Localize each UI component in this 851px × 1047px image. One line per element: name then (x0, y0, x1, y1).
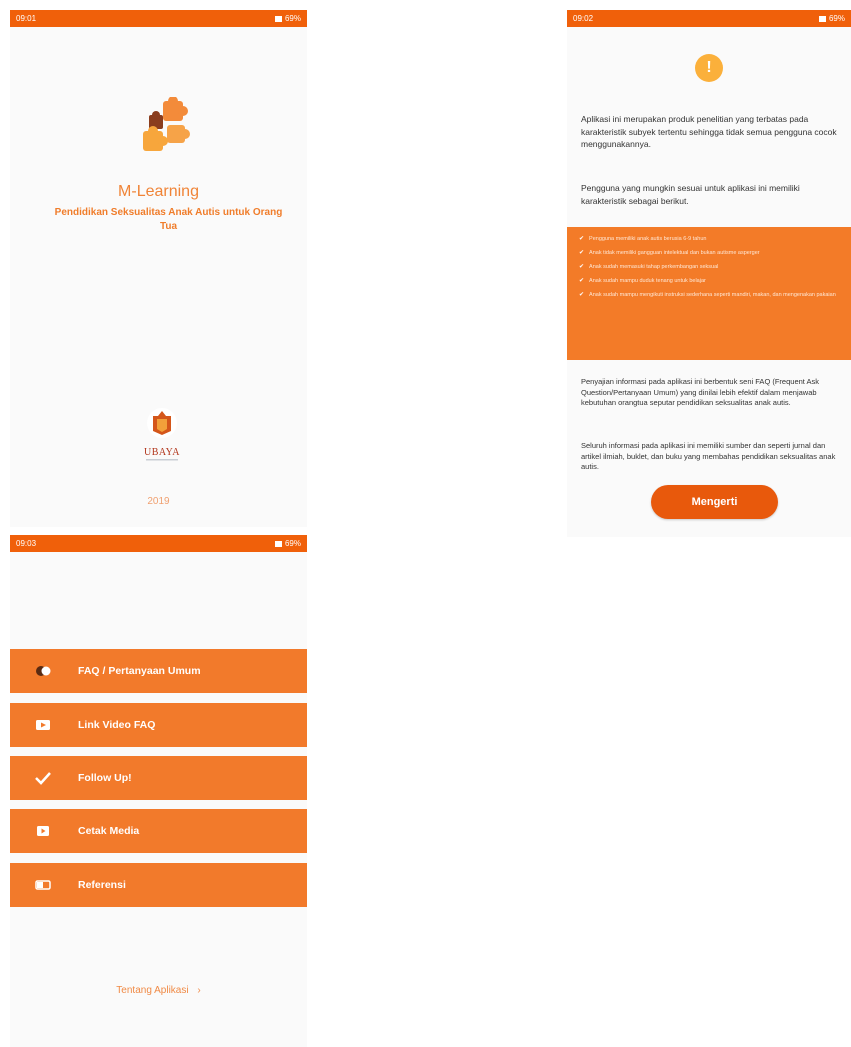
criteria-text: Anak sudah mampu duduk tenang untuk bela… (589, 278, 706, 284)
ubaya-logo: UBAYA (144, 408, 180, 461)
menu-item-follow-up[interactable]: Follow Up! (10, 756, 307, 800)
menu-item-video[interactable]: Link Video FAQ (10, 703, 307, 747)
criteria-list: ✔ Pengguna memiliki anak autis berusia 6… (567, 227, 851, 360)
info-screen: 09:02 69% ! Aplikasi ini merupakan produ… (567, 10, 851, 537)
criteria-text: Pengguna memiliki anak autis berusia 6-9… (589, 236, 707, 242)
menu-label: Referensi (78, 879, 126, 891)
signal-icon (818, 15, 826, 22)
status-time: 09:02 (573, 14, 594, 23)
app-subtitle: Pendidikan Seksualitas Anak Autis untuk … (54, 207, 283, 232)
check-icon: ✔ (579, 236, 585, 242)
chevron-right-icon: › (197, 985, 201, 996)
status-time: 09:03 (16, 539, 37, 548)
list-item: ✔ Anak sudah memasuki tahap perkembangan… (579, 264, 843, 271)
people-icon (35, 664, 51, 678)
criteria-text: Anak sudah memasuki tahap perkembangan s… (589, 264, 719, 270)
menu-item-print[interactable]: Cetak Media (10, 809, 307, 853)
status-bar: 09:01 69% (10, 10, 307, 27)
toggle-icon (35, 878, 51, 892)
list-item: ✔ Anak tidak memiliki gangguan intelektu… (579, 250, 843, 257)
menu-item-faq[interactable]: FAQ / Pertanyaan Umum (10, 649, 307, 693)
understand-button[interactable]: Mengerti (651, 485, 778, 519)
status-battery: 69% (284, 14, 301, 23)
app-title: M-Learning (118, 183, 199, 200)
menu-item-references[interactable]: Referensi (10, 863, 307, 907)
list-item: ✔ Anak sudah mampu mengikuti instruksi s… (579, 292, 843, 299)
menu-label: Follow Up! (78, 772, 132, 784)
signal-icon (274, 540, 282, 547)
check-icon: ✔ (579, 278, 585, 284)
signal-icon (274, 15, 282, 22)
check-icon: ✔ (579, 264, 585, 270)
menu-label: FAQ / Pertanyaan Umum (78, 665, 201, 677)
check-icon (35, 771, 51, 785)
menu-label: Link Video FAQ (78, 719, 156, 731)
status-bar: 09:02 69% (567, 10, 851, 27)
video-icon (35, 718, 51, 732)
criteria-intro: Pengguna yang mungkin sesuai untuk aplik… (581, 183, 800, 206)
menu-screen: 09:03 69% FAQ / Pertanyaan Umum Link Vid… (10, 535, 307, 1047)
list-item: ✔ Pengguna memiliki anak autis berusia 6… (579, 236, 843, 243)
sources-paragraph: Seluruh informasi pada aplikasi ini memi… (581, 441, 836, 471)
list-item: ✔ Anak sudah mampu duduk tenang untuk be… (579, 278, 843, 285)
svg-text:UBAYA: UBAYA (144, 447, 180, 458)
about-label: Tentang Aplikasi (116, 985, 189, 996)
year-label: 2019 (147, 496, 170, 507)
splash-screen: 09:01 69% M-Learning Pendidikan Seksuali… (10, 10, 307, 527)
status-bar: 09:03 69% (10, 535, 307, 552)
check-icon: ✔ (579, 250, 585, 256)
about-app-link[interactable]: Tentang Aplikasi › (10, 985, 307, 996)
faq-paragraph: Penyajian informasi pada aplikasi ini be… (581, 377, 820, 407)
criteria-text: Anak tidak memiliki gangguan intelektual… (589, 250, 760, 256)
print-icon (35, 824, 51, 838)
check-icon: ✔ (579, 292, 585, 298)
menu-label: Cetak Media (78, 825, 140, 837)
info-icon: ! (695, 54, 723, 82)
status-battery: 69% (828, 14, 845, 23)
criteria-text: Anak sudah mampu mengikuti instruksi sed… (589, 292, 836, 298)
status-time: 09:01 (16, 14, 37, 23)
status-battery: 69% (284, 539, 301, 548)
puzzle-logo-icon (143, 97, 190, 151)
intro-paragraph: Aplikasi ini merupakan produk penelitian… (581, 114, 837, 149)
